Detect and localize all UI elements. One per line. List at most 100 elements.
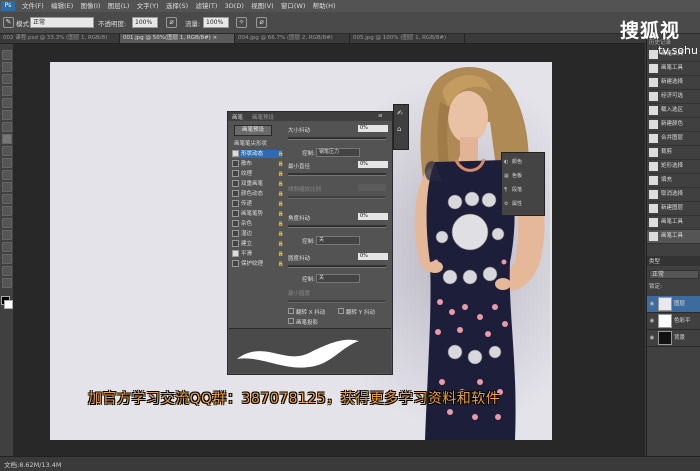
quick-select-tool-icon[interactable]: [2, 86, 12, 96]
eraser-tool-icon[interactable]: [2, 170, 12, 180]
brush-option-row[interactable]: 建立 🔒: [232, 240, 284, 248]
type-tool-icon[interactable]: [2, 230, 12, 240]
brush-panel-icon[interactable]: ✍: [397, 109, 405, 117]
history-state[interactable]: 画笔工具: [647, 230, 700, 244]
tab-doc-5[interactable]: 005.jpg @ 100% (图层 1, RGB/8#): [350, 34, 465, 43]
hand-tool-icon[interactable]: [2, 266, 12, 276]
menu-edit[interactable]: 编辑(E): [51, 0, 73, 12]
layer-blend-mode-select[interactable]: 正常: [649, 270, 699, 279]
brush-option-checkbox[interactable]: [232, 240, 239, 247]
roundness-jitter-slider[interactable]: [288, 265, 386, 268]
flip-y-checkbox[interactable]: 翻转 Y 抖动: [338, 308, 375, 316]
lock-icon[interactable]: 🔒: [278, 250, 284, 258]
lock-icon[interactable]: 🔒: [278, 150, 284, 158]
lock-icon[interactable]: 🔒: [278, 190, 284, 198]
properties-panel-item[interactable]: ⚙ 属性: [504, 198, 542, 210]
history-state[interactable]: 裁剪: [647, 146, 700, 160]
lock-icon[interactable]: 🔒: [278, 240, 284, 248]
brush-option-row[interactable]: 双重画笔 🔒: [232, 180, 284, 188]
eye-icon[interactable]: ◉: [648, 330, 656, 346]
pen-tool-icon[interactable]: [2, 218, 12, 228]
layer-kind-filter[interactable]: 类型: [649, 257, 660, 265]
brush-option-checkbox[interactable]: [232, 180, 239, 187]
angle-jitter-input[interactable]: 0%: [358, 213, 388, 220]
brush-presets-button[interactable]: 画笔预设: [234, 125, 272, 136]
layer-row[interactable]: ◉ 色彩平: [647, 313, 700, 330]
tab-brush-presets[interactable]: 画笔预设: [252, 113, 274, 121]
blur-tool-icon[interactable]: [2, 194, 12, 204]
history-state[interactable]: 画笔工具: [647, 216, 700, 230]
control-select[interactable]: 钢笔压力: [316, 148, 360, 157]
lock-icon[interactable]: 🔒: [278, 160, 284, 168]
brush-option-row[interactable]: 纹理 🔒: [232, 170, 284, 178]
menu-layer[interactable]: 图层(L): [108, 0, 130, 12]
menu-file[interactable]: 文件(F): [22, 0, 44, 12]
layer-row[interactable]: ◉ 背景: [647, 330, 700, 347]
move-tool-icon[interactable]: [2, 50, 12, 60]
menu-select[interactable]: 选择(S): [166, 0, 188, 12]
brush-option-row[interactable]: 颜色动态 🔒: [232, 190, 284, 198]
menu-filter[interactable]: 滤镜(T): [195, 0, 217, 12]
history-state[interactable]: 新建选择: [647, 76, 700, 90]
brush-tip-shape-item[interactable]: 画笔笔尖形状: [234, 139, 267, 147]
brush-option-row[interactable]: 杂色 🔒: [232, 220, 284, 228]
brush-option-checkbox[interactable]: [232, 190, 239, 197]
lock-icon[interactable]: 🔒: [278, 180, 284, 188]
lasso-tool-icon[interactable]: [2, 74, 12, 84]
panel-menu-icon[interactable]: ≡: [378, 113, 383, 119]
menu-window[interactable]: 窗口(W): [281, 0, 306, 12]
tab-brush[interactable]: 画笔: [232, 113, 243, 121]
opacity-input[interactable]: 100%: [132, 17, 158, 28]
brush-option-row[interactable]: 传递 🔒: [232, 200, 284, 208]
marquee-tool-icon[interactable]: [2, 62, 12, 72]
min-diameter-input[interactable]: 0%: [358, 161, 388, 168]
brush-option-checkbox[interactable]: [232, 210, 239, 217]
tab-doc-2[interactable]: 002 课程.psd @ 33.3% (图层 1, RGB/8): [0, 34, 120, 43]
brush-option-checkbox[interactable]: [232, 220, 239, 227]
lock-icon[interactable]: 🔒: [278, 220, 284, 228]
stamp-tool-icon[interactable]: [2, 146, 12, 156]
zoom-tool-icon[interactable]: [2, 278, 12, 288]
brush-option-row[interactable]: 湿边 🔒: [232, 230, 284, 238]
flip-x-checkbox[interactable]: 翻转 X 抖动: [288, 308, 325, 316]
swatches-panel-item[interactable]: ▦ 色板: [504, 170, 542, 182]
history-state[interactable]: 取消选择: [647, 188, 700, 202]
background-color-swatch[interactable]: [4, 300, 13, 309]
path-select-tool-icon[interactable]: [2, 242, 12, 252]
history-state[interactable]: 矩形选择: [647, 160, 700, 174]
lock-icon[interactable]: 🔒: [278, 260, 284, 268]
lock-icon[interactable]: 🔒: [278, 210, 284, 218]
history-state[interactable]: 新建颜色: [647, 118, 700, 132]
menu-help[interactable]: 帮助(H): [313, 0, 336, 12]
eye-icon[interactable]: ◉: [648, 296, 656, 312]
paragraph-panel-item[interactable]: ¶ 段落: [504, 184, 542, 196]
menu-3d[interactable]: 3D(D): [225, 0, 244, 12]
clone-source-icon[interactable]: ⌂: [397, 125, 405, 133]
history-state[interactable]: 合并图层: [647, 132, 700, 146]
layer-row[interactable]: ◉ 图层: [647, 296, 700, 313]
brush-option-checkbox[interactable]: [232, 200, 239, 207]
brush-option-checkbox[interactable]: [232, 260, 239, 267]
brush-option-row[interactable]: 平滑 🔒: [232, 250, 284, 258]
history-state[interactable]: 新建图层: [647, 202, 700, 216]
brush-option-checkbox[interactable]: [232, 170, 239, 177]
menu-view[interactable]: 视图(V): [251, 0, 274, 12]
brush-projection-checkbox[interactable]: 画笔投影: [288, 318, 318, 326]
pressure-size-icon[interactable]: ⌀: [256, 17, 267, 28]
brush-option-checkbox[interactable]: [232, 150, 239, 157]
brush-option-row[interactable]: 散布 🔒: [232, 160, 284, 168]
eyedropper-tool-icon[interactable]: [2, 110, 12, 120]
pressure-opacity-icon[interactable]: ⌀: [166, 17, 177, 28]
flow-input[interactable]: 100%: [203, 17, 229, 28]
history-state[interactable]: 载入选区: [647, 104, 700, 118]
crop-tool-icon[interactable]: [2, 98, 12, 108]
control2-select[interactable]: 关: [316, 236, 360, 245]
min-diameter-slider[interactable]: [288, 173, 386, 176]
eye-icon[interactable]: ◉: [648, 313, 656, 329]
dodge-tool-icon[interactable]: [2, 206, 12, 216]
healing-tool-icon[interactable]: [2, 122, 12, 132]
tab-doc-1[interactable]: 001.jpg @ 50%(图层 1, RGB/8#) ×: [120, 34, 235, 43]
menu-type[interactable]: 文字(Y): [137, 0, 159, 12]
brush-option-row[interactable]: 形状动态 🔒: [232, 150, 284, 158]
history-state[interactable]: 经济可选: [647, 90, 700, 104]
